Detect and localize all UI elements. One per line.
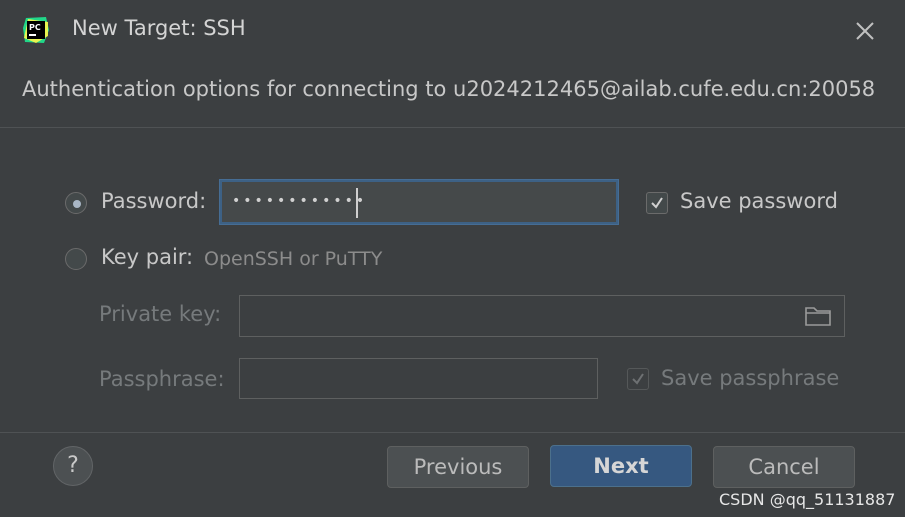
svg-text:PC: PC (29, 23, 41, 32)
dialog-title: New Target: SSH (72, 16, 246, 40)
password-label: Password: (101, 189, 207, 213)
save-passphrase-checkbox[interactable] (627, 368, 649, 390)
passphrase-field[interactable] (239, 358, 598, 399)
pycharm-logo-icon: PC (23, 17, 49, 43)
previous-button[interactable]: Previous (387, 446, 529, 488)
text-caret (356, 188, 358, 218)
keypair-hint: OpenSSH or PuTTY (204, 248, 383, 270)
password-field[interactable]: •••••••••••• (220, 180, 618, 224)
watermark-text: CSDN @qq_51131887 (719, 490, 896, 509)
checkmark-icon (651, 197, 663, 209)
cancel-button[interactable]: Cancel (713, 446, 855, 488)
save-passphrase-label: Save passphrase (661, 366, 840, 390)
folder-icon[interactable] (804, 304, 832, 328)
radio-selected-dot (73, 200, 81, 208)
close-icon[interactable] (852, 18, 878, 44)
private-key-field[interactable] (239, 295, 845, 337)
ssh-dialog: PC New Target: SSH Authentication option… (0, 0, 905, 517)
keypair-radio[interactable] (65, 248, 87, 270)
password-radio[interactable] (65, 192, 87, 214)
next-button[interactable]: Next (550, 445, 692, 487)
connection-description: Authentication options for connecting to… (22, 77, 876, 101)
keypair-label: Key pair: (101, 245, 194, 269)
password-value: •••••••••••• (232, 193, 368, 209)
private-key-label: Private key: (99, 302, 222, 326)
save-password-checkbox[interactable] (646, 192, 668, 214)
save-password-label: Save password (680, 189, 838, 213)
passphrase-label: Passphrase: (99, 367, 225, 391)
title-bar: PC New Target: SSH (0, 0, 905, 64)
checkmark-icon (632, 373, 644, 385)
help-button[interactable]: ? (53, 446, 93, 486)
